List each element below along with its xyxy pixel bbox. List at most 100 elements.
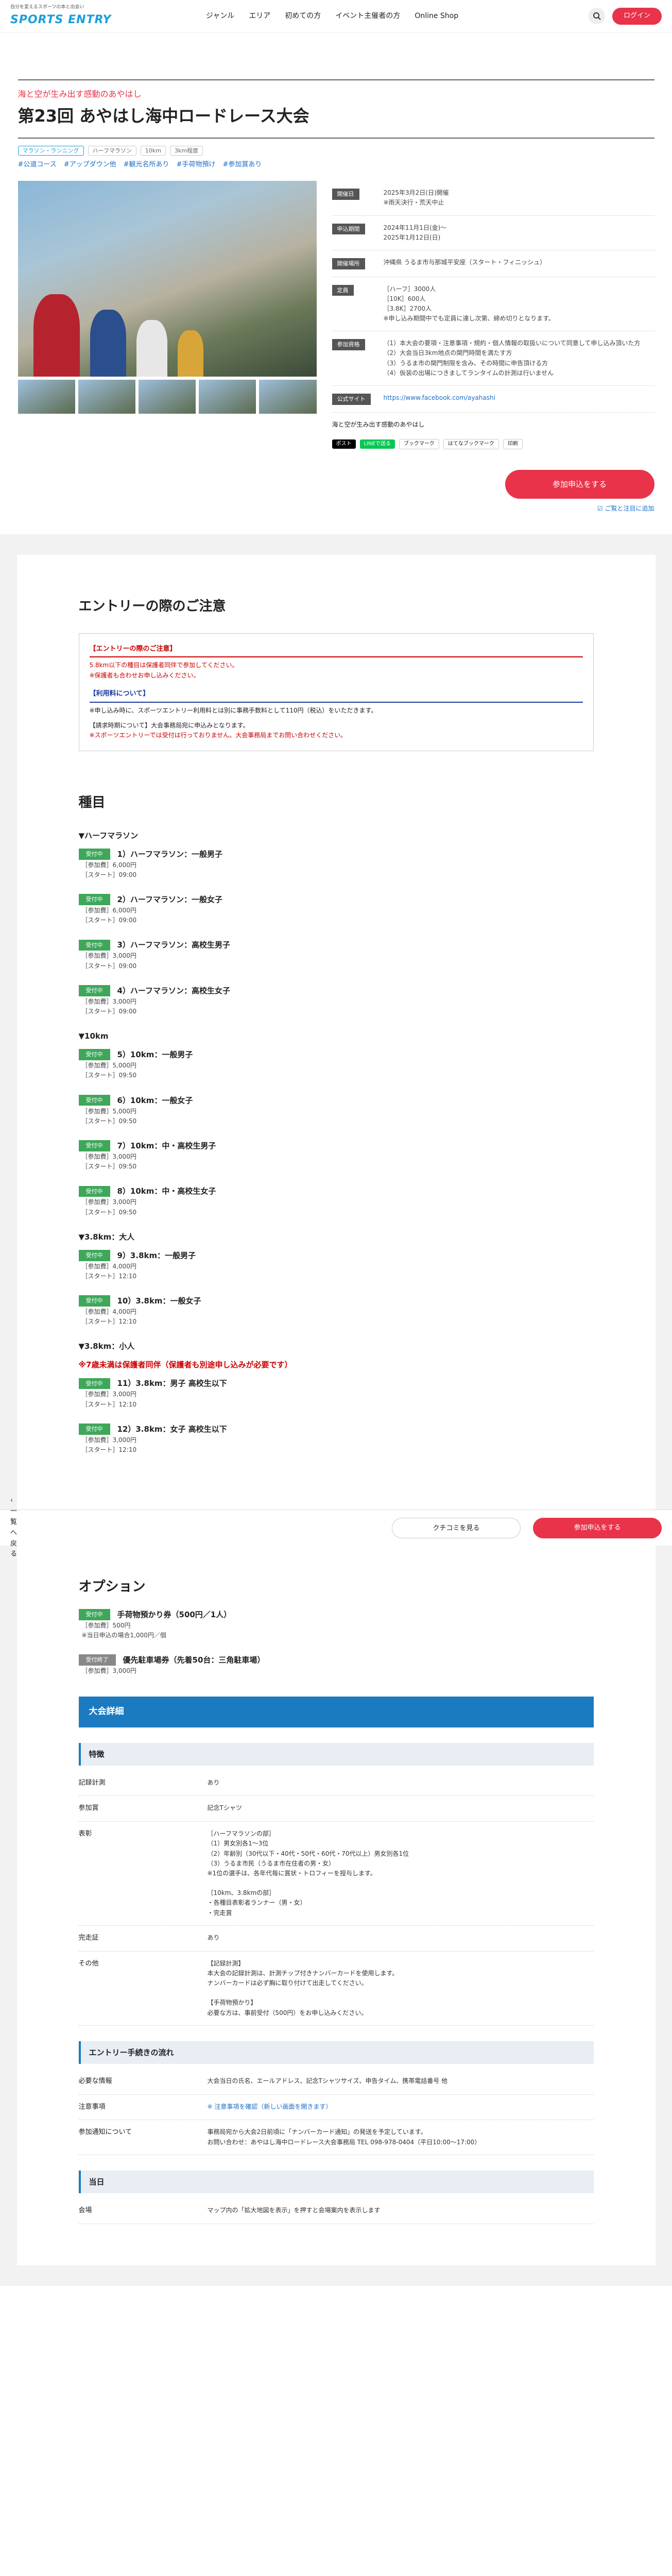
group-heading: ▼3.8km：大人: [78, 1232, 135, 1242]
back-label: 一覧へ戻る: [10, 1507, 18, 1558]
event-name: 12）3.8km：女子 高校生以下: [117, 1424, 227, 1434]
notice-text: 【請求時期について】大会事務局宛に申込みとなります。: [89, 721, 249, 729]
fact-label: 開催場所: [332, 258, 365, 269]
event-facts: 開催日 2025年3月2日(日)開催 ※雨天決行・荒天中止 申込期間 2024年11…: [332, 181, 654, 514]
event-item: 受付中 1）ハーフマラソン：一般男子 ［参加費］6,000円 ［スタート］09:00: [78, 848, 594, 880]
event-item: 受付中 12）3.8km：女子 高校生以下 ［参加費］3,000円 ［スタート］12:…: [78, 1423, 594, 1455]
feature-link[interactable]: #観光名所あり: [124, 160, 169, 171]
thumbnail[interactable]: [18, 380, 75, 414]
detail-label: 表彰: [78, 1830, 92, 1838]
main-photo[interactable]: [18, 181, 317, 377]
event-name: 2）ハーフマラソン：一般女子: [117, 895, 223, 905]
fact-label: 申込期間: [332, 223, 365, 235]
event-name: 1）ハーフマラソン：一般男子: [117, 849, 223, 859]
notice-text: ※申し込み時に、スポーツエントリー利用料とは別に事務手数料として110円（税込）…: [89, 706, 377, 714]
tag[interactable]: ハーフマラソン: [88, 145, 136, 156]
event-fee: ［参加費］4,000円: [81, 1262, 136, 1270]
event-name: 4）ハーフマラソン：高校生女子: [117, 986, 231, 995]
title-divider-bottom: [18, 137, 654, 139]
fact-value: ［ハーフ］3000人 ［10K］600人 ［3.8K］2700人 ※申し込み期間…: [383, 285, 555, 323]
section-heading: 当日: [78, 2170, 594, 2193]
detail-row: 会場 マップ内の「拡大地図を表示」を押すと会場案内を表示します: [78, 2198, 594, 2224]
nav-beginner[interactable]: 初めての方: [285, 10, 321, 22]
event-fee: ［参加費］5,000円: [81, 1107, 136, 1115]
detail-label: 完走証: [78, 1934, 99, 1942]
nav-organizer[interactable]: イベント主催者の方: [335, 10, 400, 22]
login-button[interactable]: ログイン: [612, 8, 662, 25]
event-name: 6）10km：一般女子: [117, 1095, 193, 1105]
detail-value: 記念Tシャツ: [207, 1804, 242, 1812]
share-x-button[interactable]: ポスト: [332, 439, 356, 449]
site-logo[interactable]: 自分を変えるスポーツの本と出会い SPORTS ENTRY: [10, 4, 144, 29]
thumbnail[interactable]: [138, 380, 196, 414]
event-name: 5）10km：一般男子: [117, 1050, 193, 1060]
reviews-button[interactable]: クチコミを見る: [392, 1517, 521, 1538]
event-fee: ［参加費］3,000円: [81, 1153, 136, 1160]
official-site-link[interactable]: https://www.facebook.com/ayahashi: [384, 393, 495, 405]
feature-link[interactable]: #アップダウン他: [64, 160, 116, 171]
event-summary: 海と空が生み出す感動のあやはし: [332, 420, 425, 428]
thumbnail[interactable]: [78, 380, 135, 414]
group-heading: ▼10km: [78, 1031, 109, 1041]
feature-link[interactable]: #公道コース: [18, 160, 57, 171]
event-start: ［スタート］09:00: [81, 1008, 137, 1015]
logo-tagline: 自分を変えるスポーツの本と出会い: [10, 4, 84, 10]
status-badge: 受付中: [78, 848, 110, 860]
status-badge: 受付中: [78, 1140, 110, 1151]
print-button[interactable]: 印刷: [503, 438, 523, 449]
tag[interactable]: 3km程度: [169, 145, 203, 156]
main-nav: ジャンル エリア 初めての方 イベント主催者の方 Online Shop: [206, 10, 458, 22]
nav-area[interactable]: エリア: [249, 10, 270, 22]
fact-row: 申込期間 2024年11月1日(金)～ 2025年1月12日(日): [332, 216, 654, 250]
feature-link[interactable]: #参加賞あり: [222, 160, 262, 171]
thumbnail-list: [18, 380, 317, 414]
event-title: 第23回 あやはし海中ロードレース大会: [18, 106, 309, 126]
nav-genre[interactable]: ジャンル: [206, 10, 234, 22]
event-name: 9）3.8km：一般男子: [117, 1250, 196, 1260]
event-item: 受付中 8）10km：中・高校生女子 ［参加費］3,000円 ［スタート］09:50: [78, 1185, 594, 1217]
bar-apply-button[interactable]: 参加申込をする: [533, 1517, 662, 1538]
nav-shop[interactable]: Online Shop: [415, 10, 458, 22]
tag[interactable]: マラソン・ランニング: [18, 145, 84, 156]
notice-link[interactable]: ※ 注意事項を確認（新しい画面を開きます）: [208, 2102, 332, 2113]
event-item: 受付中 10）3.8km：一般女子 ［参加費］4,000円 ［スタート］12:10: [78, 1295, 594, 1327]
event-catchphrase: 海と空が生み出す感動のあやはし: [18, 89, 142, 99]
event-start: ［スタート］09:00: [81, 917, 137, 924]
option-fee: ［参加費］500円: [81, 1621, 131, 1629]
share-buttons: ポスト LINEで送る ブックマーク はてなブックマーク 印刷: [332, 438, 654, 449]
event-start: ［スタート］12:10: [81, 1272, 137, 1280]
status-badge: 受付中: [78, 1049, 110, 1060]
bar-actions: クチコミを見る 参加申込をする: [392, 1517, 662, 1538]
notice-text: ※スポーツエントリーでは受付は行っておりません。大会事務局までお問い合わせくださ…: [89, 731, 347, 739]
event-fee: ［参加費］3,000円: [81, 1436, 136, 1444]
status-badge: 受付終了: [78, 1654, 116, 1666]
detail-value: あり: [207, 1778, 220, 1786]
detail-row: 必要な情報 大会当日の氏名、エールアドレス、記念Tシャツサイズ、申告タイム、携帯電…: [78, 2069, 594, 2095]
hatena-button[interactable]: はてなブックマーク: [443, 438, 499, 449]
details-panel: オプション 受付中 手荷物預かり券（500円／1人） ［参加費］500円 ※当日申…: [16, 1546, 656, 2265]
thumbnail[interactable]: [259, 380, 317, 414]
apply-button[interactable]: 参加申込をする: [505, 469, 654, 499]
feature-link[interactable]: #手荷物預け: [177, 160, 216, 171]
search-icon[interactable]: [588, 8, 605, 25]
bookmark-button[interactable]: ブックマーク: [399, 438, 439, 449]
event-item: 受付中 5）10km：一般男子 ［参加費］5,000円 ［スタート］09:50: [78, 1048, 594, 1080]
fee-heading: 【利用料について】: [89, 689, 583, 703]
detail-row: 注意事項 ※ 注意事項を確認（新しい画面を開きます）: [78, 2095, 594, 2121]
thumbnail[interactable]: [199, 380, 256, 414]
event-start: ［スタート］09:50: [81, 1163, 137, 1171]
event-item: 受付中 6）10km：一般女子 ［参加費］5,000円 ［スタート］09:50: [78, 1094, 594, 1126]
status-badge: 受付中: [78, 1185, 110, 1197]
events-title: 種目: [78, 795, 106, 811]
share-line-button[interactable]: LINEで送る: [359, 439, 395, 449]
detail-label: その他: [78, 1959, 99, 1968]
event-group: ▼3.8km：大人 受付中 9）3.8km：一般男子 ［参加費］4,000円 ［スタート…: [78, 1231, 594, 1327]
event-info: 開催日 2025年3月2日(日)開催 ※雨天決行・荒天中止 申込期間 2024年11…: [18, 181, 654, 514]
event-name: 11）3.8km：男子 高校生以下: [117, 1379, 227, 1388]
fact-row: 開催場所 沖縄県 うるま市与那城平安座（スタート・フィニッシュ）: [332, 250, 654, 277]
event-fee: ［参加費］3,000円: [81, 997, 136, 1005]
notice-title: エントリーの際のご注意: [78, 598, 226, 614]
tag[interactable]: 10km: [140, 145, 166, 156]
favorite-link[interactable]: ☑ ご覧と注目に追加: [332, 504, 654, 514]
back-to-list-link[interactable]: ‹ 一覧へ戻る: [10, 1496, 21, 1560]
